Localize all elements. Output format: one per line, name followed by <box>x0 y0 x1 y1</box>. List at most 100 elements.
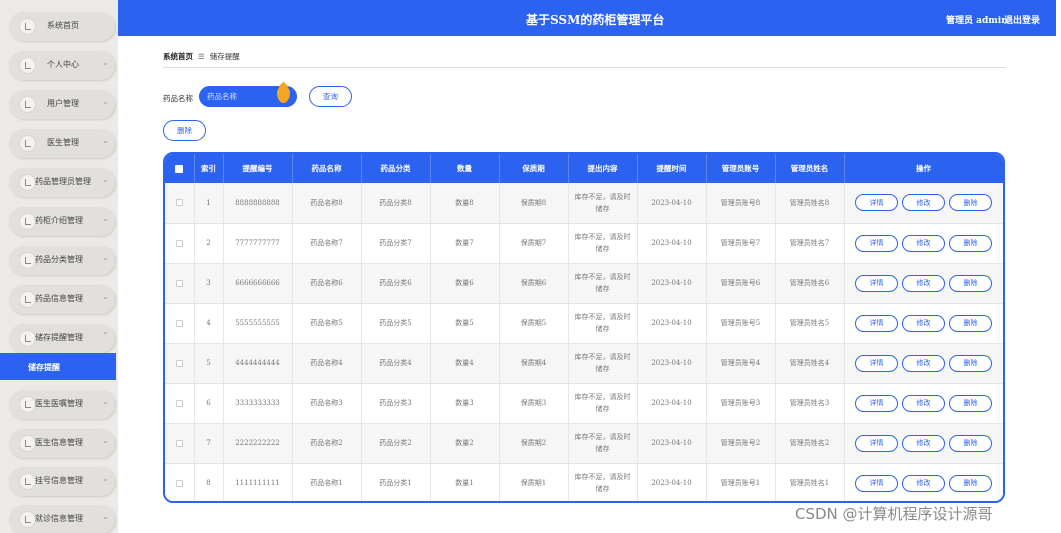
cell-code: 4444444444 <box>223 343 293 384</box>
sidebar-item-home[interactable]: 系统首页 <box>9 12 115 41</box>
cell-quantity: 数量3 <box>430 383 500 424</box>
edit-button[interactable]: 修改 <box>902 234 945 252</box>
sidebar-item-user-management[interactable]: 用户管理 ⌄ <box>9 90 115 119</box>
select-all-checkbox[interactable] <box>165 154 195 183</box>
row-actions: 详情 修改 删除 <box>844 303 1003 344</box>
edit-button[interactable]: 修改 <box>902 394 945 412</box>
row-checkbox[interactable] <box>165 383 195 424</box>
breadcrumb-home[interactable]: 系统首页 <box>163 52 193 61</box>
cell-admin-name: 管理员姓名1 <box>775 463 845 501</box>
sidebar-item-personal-center[interactable]: 个人中心 ⌄ <box>9 51 115 80</box>
menu-item-icon <box>19 135 36 152</box>
cell-quantity: 数量8 <box>430 183 500 224</box>
sidebar-item-storage-reminder[interactable]: 储存提醒管理 ⌃ <box>9 324 115 353</box>
sidebar-item-registration-info[interactable]: 挂号信息管理 ⌄ <box>9 467 115 496</box>
table-row: 2 7777777777 药品名称7 药品分类7 数量7 保质期7 库存不足，请及时储存 20… <box>165 223 1003 264</box>
cell-admin-account: 管理员账号5 <box>706 303 776 344</box>
sidebar-item-label: 药柜介绍管理 <box>35 216 83 225</box>
sidebar-item-drug-info[interactable]: 药品信息管理 ⌄ <box>9 285 115 314</box>
delete-button[interactable]: 删除 <box>949 394 992 412</box>
delete-button[interactable]: 删除 <box>949 194 992 212</box>
chevron-down-icon: ⌄ <box>102 97 109 106</box>
cell-time: 2023-04-10 <box>637 223 707 264</box>
sidebar-item-doctor-orders[interactable]: 医生医嘱管理 ⌄ <box>9 390 115 419</box>
breadcrumb-divider <box>163 67 1006 68</box>
cell-admin-account: 管理员账号8 <box>706 183 776 224</box>
cell-category: 药品分类3 <box>361 383 431 424</box>
sidebar-item-cabinet-intro[interactable]: 药柜介绍管理 ⌄ <box>9 207 115 236</box>
chevron-up-icon: ⌃ <box>102 331 109 340</box>
row-actions: 详情 修改 删除 <box>844 183 1003 224</box>
row-checkbox[interactable] <box>165 343 195 384</box>
cell-drug-name: 药品名称1 <box>292 463 362 501</box>
cell-quantity: 数量6 <box>430 263 500 304</box>
sidebar-item-doctor-info[interactable]: 医生信息管理 ⌄ <box>9 429 115 458</box>
table-row: 5 4444444444 药品名称4 药品分类4 数量4 保质期4 库存不足，请及时储存 20… <box>165 343 1003 384</box>
delete-button[interactable]: 删除 <box>949 474 992 492</box>
cell-shelf-life: 保质期8 <box>499 183 569 224</box>
menu-item-icon <box>19 473 36 490</box>
query-button[interactable]: 查询 <box>309 86 352 107</box>
edit-button[interactable]: 修改 <box>902 474 945 492</box>
delete-button[interactable]: 删除 <box>949 234 992 252</box>
chevron-down-icon: ⌄ <box>102 512 109 521</box>
edit-button[interactable]: 修改 <box>902 274 945 292</box>
row-checkbox[interactable] <box>165 223 195 264</box>
column-header-shelf-life: 保质期 <box>499 154 569 183</box>
chevron-down-icon: ⌄ <box>102 436 109 445</box>
row-checkbox[interactable] <box>165 263 195 304</box>
logout-link[interactable]: 退出登录 <box>1004 13 1040 26</box>
reminder-table: 索引 提醒编号 药品名称 药品分类 数量 保质期 提出内容 提醒时间 管理员账号… <box>163 152 1005 503</box>
delete-button[interactable]: 删除 <box>949 354 992 372</box>
batch-delete-button[interactable]: 删除 <box>163 120 206 141</box>
chevron-down-icon: ⌄ <box>102 253 109 262</box>
detail-button[interactable]: 详情 <box>855 394 898 412</box>
sidebar-item-drug-category[interactable]: 药品分类管理 ⌄ <box>9 246 115 275</box>
row-checkbox[interactable] <box>165 463 195 501</box>
table-row: 1 8888888888 药品名称8 药品分类8 数量8 保质期8 库存不足，请及时储存 20… <box>165 183 1003 224</box>
delete-button[interactable]: 删除 <box>949 434 992 452</box>
edit-button[interactable]: 修改 <box>902 314 945 332</box>
sidebar-item-label: 用户管理 <box>47 99 79 108</box>
cell-quantity: 数量5 <box>430 303 500 344</box>
cell-admin-name: 管理员姓名5 <box>775 303 845 344</box>
edit-button[interactable]: 修改 <box>902 194 945 212</box>
sidebar-item-label: 医生医嘱管理 <box>35 399 83 408</box>
detail-button[interactable]: 详情 <box>855 314 898 332</box>
menu-item-icon <box>19 252 36 269</box>
detail-button[interactable]: 详情 <box>855 194 898 212</box>
cell-code: 7777777777 <box>223 223 293 264</box>
detail-button[interactable]: 详情 <box>855 434 898 452</box>
detail-button[interactable]: 详情 <box>855 474 898 492</box>
cell-admin-account: 管理员账号3 <box>706 383 776 424</box>
delete-button[interactable]: 删除 <box>949 274 992 292</box>
cell-time: 2023-04-10 <box>637 423 707 464</box>
row-actions: 详情 修改 删除 <box>844 383 1003 424</box>
sidebar: 系统首页 个人中心 ⌄ 用户管理 ⌄ 医生管理 ⌄ 药品管理员管理 ⌄ 药柜介绍… <box>0 0 118 533</box>
row-checkbox[interactable] <box>165 183 195 224</box>
edit-button[interactable]: 修改 <box>902 434 945 452</box>
sidebar-item-pharmacist-management[interactable]: 药品管理员管理 ⌄ <box>9 168 115 197</box>
cell-drug-name: 药品名称8 <box>292 183 362 224</box>
menu-item-icon <box>19 96 36 113</box>
cell-content: 库存不足，请及时储存 <box>568 463 638 501</box>
cell-time: 2023-04-10 <box>637 303 707 344</box>
row-checkbox[interactable] <box>165 303 195 344</box>
cell-admin-name: 管理员姓名3 <box>775 383 845 424</box>
detail-button[interactable]: 详情 <box>855 234 898 252</box>
current-user: 管理员 admin <box>946 16 1008 26</box>
sidebar-item-visit-info[interactable]: 就诊信息管理 ⌄ <box>9 505 115 533</box>
column-header-actions: 操作 <box>844 154 1003 183</box>
row-checkbox[interactable] <box>165 423 195 464</box>
row-actions: 详情 修改 删除 <box>844 223 1003 264</box>
detail-button[interactable]: 详情 <box>855 274 898 292</box>
column-header-admin-name: 管理员姓名 <box>775 154 845 183</box>
sidebar-item-doctor-management[interactable]: 医生管理 ⌄ <box>9 129 115 158</box>
sidebar-subitem-storage-reminder[interactable]: 储存提醒 <box>0 353 116 380</box>
delete-button[interactable]: 删除 <box>949 314 992 332</box>
detail-button[interactable]: 详情 <box>855 354 898 372</box>
column-header-time: 提醒时间 <box>637 154 707 183</box>
edit-button[interactable]: 修改 <box>902 354 945 372</box>
cell-admin-account: 管理员账号7 <box>706 223 776 264</box>
column-header-code: 提醒编号 <box>223 154 293 183</box>
